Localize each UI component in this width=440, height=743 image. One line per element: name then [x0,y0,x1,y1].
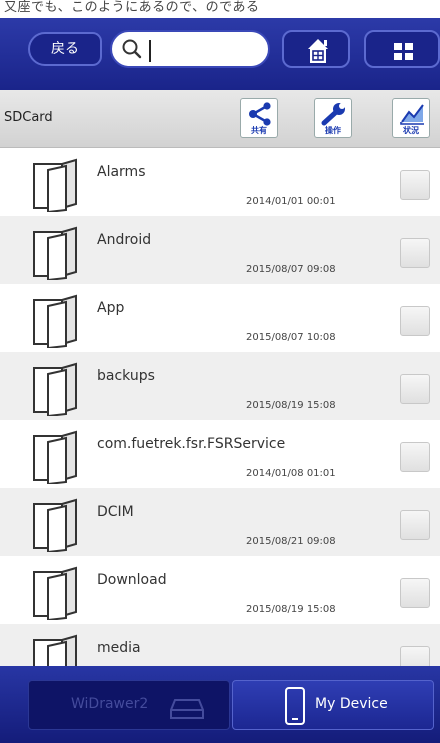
folder-icon [33,634,77,666]
operations-label: 操作 [325,126,341,135]
back-button[interactable]: 戻る [28,32,102,66]
select-checkbox[interactable] [400,374,430,404]
status-label: 状況 [403,126,419,135]
home-button[interactable] [282,30,350,68]
file-name: Download [97,572,167,588]
tab-my-device[interactable]: My Device [232,680,434,730]
wrench-icon [321,103,345,126]
phone-icon [285,687,305,725]
file-row[interactable]: backups 2015/08/19 15:08 [0,352,440,420]
chart-icon [400,104,424,125]
file-date: 2015/08/19 15:08 [246,604,336,615]
file-row[interactable]: Download 2015/08/19 15:08 [0,556,440,624]
status-strip-text: 又座でも、このようにあるので、のである [4,0,260,15]
status-strip: 又座でも、このようにあるので、のである [0,0,440,18]
grid-view-button[interactable] [364,30,440,68]
file-name: backups [97,368,155,384]
status-button[interactable]: 状況 [392,98,430,138]
search-input[interactable] [146,38,256,62]
file-row[interactable]: DCIM 2015/08/21 09:08 [0,488,440,556]
file-date: 2015/08/21 09:08 [246,536,336,547]
file-row[interactable]: Android 2015/08/07 09:08 [0,216,440,284]
file-date: 2015/08/19 15:08 [246,400,336,411]
file-name: Alarms [97,164,146,180]
select-checkbox[interactable] [400,578,430,608]
folder-icon [33,362,77,416]
file-row[interactable]: Alarms 2014/01/01 00:01 [0,148,440,216]
operations-button[interactable]: 操作 [314,98,352,138]
select-checkbox[interactable] [400,442,430,472]
file-date: 2015/08/07 09:08 [246,264,336,275]
folder-icon [33,226,77,280]
file-date: 2015/08/07 10:08 [246,332,336,343]
select-checkbox[interactable] [400,510,430,540]
select-checkbox[interactable] [400,646,430,666]
search-icon [122,39,142,59]
file-list: Alarms 2014/01/01 00:01 Android 2015/08/… [0,148,440,666]
file-date: 2014/01/01 00:01 [246,196,336,207]
file-row[interactable]: media [0,624,440,666]
folder-icon [33,158,77,212]
select-checkbox[interactable] [400,170,430,200]
folder-icon [33,294,77,348]
path-toolbar: SDCard 共有 操作 状況 [0,90,440,148]
file-name: media [97,640,141,656]
share-icon [249,102,271,126]
tab-widrawer[interactable]: WiDrawer2 [28,680,230,730]
select-checkbox[interactable] [400,306,430,336]
search-box[interactable] [110,30,270,68]
share-button[interactable]: 共有 [240,98,278,138]
home-icon [308,39,328,63]
tab-my-device-label: My Device [315,696,388,712]
file-name: com.fuetrek.fsr.FSRService [97,436,286,452]
file-row[interactable]: App 2015/08/07 10:08 [0,284,440,352]
current-path: SDCard [4,110,53,125]
file-row[interactable]: com.fuetrek.fsr.FSRService 2014/01/08 01… [0,420,440,488]
grid-icon [394,43,413,60]
file-name: Android [97,232,152,248]
folder-icon [33,498,77,552]
file-name: DCIM [97,504,134,520]
drive-icon [170,699,204,719]
folder-icon [33,566,77,620]
tab-widrawer-label: WiDrawer2 [71,696,149,712]
header-bar: 戻る [0,18,440,90]
select-checkbox[interactable] [400,238,430,268]
share-label: 共有 [251,126,267,135]
file-date: 2014/01/08 01:01 [246,468,336,479]
folder-icon [33,430,77,484]
bottom-tab-bar: WiDrawer2 My Device [0,666,440,743]
file-name: App [97,300,125,316]
